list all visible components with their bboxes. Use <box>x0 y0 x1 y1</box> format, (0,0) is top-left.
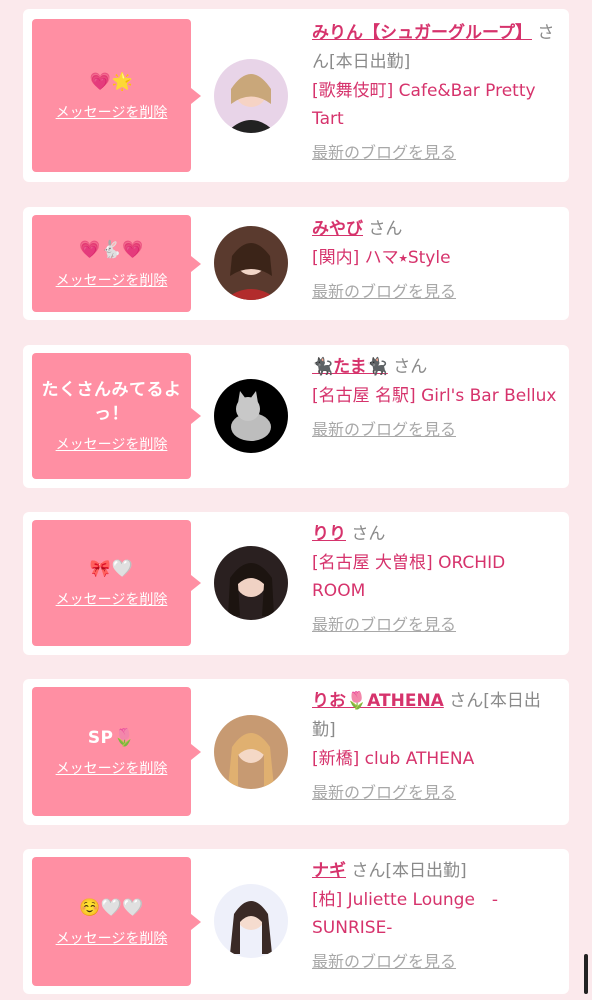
honorific: さん <box>368 219 403 239</box>
honorific: さん <box>351 861 386 881</box>
message-bubble: 🎀🤍 メッセージを削除 <box>32 520 201 646</box>
message-text: 🎀🤍 <box>89 559 134 579</box>
attendance-badge: [本日出勤] <box>329 52 411 72</box>
profile-name-link[interactable]: 🐈‍⬛たま🐈‍⬛ <box>312 357 388 377</box>
delete-message-link[interactable]: メッセージを削除 <box>56 102 168 122</box>
profile-name-link[interactable]: りお🌷ATHENA <box>312 691 444 711</box>
blog-card: ☺️🤍🤍 メッセージを削除 ナギ さん[本日出勤] [柏] Juliette L… <box>23 849 569 994</box>
message-bubble: SP🌷 メッセージを削除 <box>32 687 201 816</box>
message-text: 💗🌟 <box>89 71 134 92</box>
profile-name-link[interactable]: りり <box>312 524 346 544</box>
avatar[interactable] <box>214 884 288 958</box>
avatar[interactable] <box>214 546 288 620</box>
delete-message-link[interactable]: メッセージを削除 <box>56 758 168 778</box>
latest-blog-link[interactable]: 最新のブログを見る <box>312 611 560 635</box>
message-bubble: 💗🐇💗 メッセージを削除 <box>32 215 201 312</box>
latest-blog-link[interactable]: 最新のブログを見る <box>312 278 560 302</box>
delete-message-link[interactable]: メッセージを削除 <box>56 434 168 454</box>
delete-message-link[interactable]: メッセージを削除 <box>56 928 168 948</box>
avatar[interactable] <box>214 59 288 133</box>
delete-message-link[interactable]: メッセージを削除 <box>56 270 168 290</box>
blog-card: 🎀🤍 メッセージを削除 りり さん [名古屋 大曽根] ORCHID ROOM … <box>23 512 569 655</box>
blog-card: SP🌷 メッセージを削除 りお🌷ATHENA さん[本日出勤] [新橋] clu… <box>23 679 569 825</box>
message-bubble: たくさんみてるよっ！ メッセージを削除 <box>32 353 201 479</box>
profile-info: 🐈‍⬛たま🐈‍⬛ さん [名古屋 名駅] Girl's Bar Bellux 最… <box>312 353 560 440</box>
shop-info: [名古屋 名駅] Girl's Bar Bellux <box>312 386 557 406</box>
latest-blog-link[interactable]: 最新のブログを見る <box>312 139 560 163</box>
profile-info: ナギ さん[本日出勤] [柏] Juliette Lounge -SUNRISE… <box>312 857 560 972</box>
shop-info: [柏] Juliette Lounge -SUNRISE- <box>312 890 499 938</box>
honorific: さん <box>449 691 484 711</box>
profile-info: みやび さん [関内] ハマ⭑Style 最新のブログを見る <box>312 215 560 302</box>
blog-card: 💗🌟 メッセージを削除 みりん【シュガーグループ】 さん[本日出勤] [歌舞伎町… <box>23 9 569 182</box>
shop-info: [新橋] club ATHENA <box>312 749 475 769</box>
message-text: ☺️🤍🤍 <box>78 897 144 918</box>
profile-name-link[interactable]: みやび <box>312 219 363 239</box>
blog-card: 💗🐇💗 メッセージを削除 みやび さん [関内] ハマ⭑Style 最新のブログ… <box>23 207 569 320</box>
delete-message-link[interactable]: メッセージを削除 <box>56 589 168 609</box>
latest-blog-link[interactable]: 最新のブログを見る <box>312 948 560 972</box>
shop-info: [歌舞伎町] Cafe&Bar Pretty Tart <box>312 81 536 129</box>
profile-info: りお🌷ATHENA さん[本日出勤] [新橋] club ATHENA 最新のブ… <box>312 687 560 803</box>
avatar[interactable] <box>214 379 288 453</box>
shop-info: [関内] ハマ⭑Style <box>312 248 451 268</box>
shop-info: [名古屋 大曽根] ORCHID ROOM <box>312 553 506 601</box>
honorific: さん <box>351 524 386 544</box>
message-text: SP🌷 <box>87 727 136 748</box>
avatar[interactable] <box>214 226 288 300</box>
scrollbar[interactable] <box>584 954 588 994</box>
message-bubble: 💗🌟 メッセージを削除 <box>32 19 201 172</box>
latest-blog-link[interactable]: 最新のブログを見る <box>312 416 560 440</box>
profile-name-link[interactable]: みりん【シュガーグループ】 <box>312 23 532 43</box>
latest-blog-link[interactable]: 最新のブログを見る <box>312 779 560 803</box>
honorific: さん <box>393 357 428 377</box>
message-bubble: ☺️🤍🤍 メッセージを削除 <box>32 857 201 986</box>
profile-name-link[interactable]: ナギ <box>312 861 346 881</box>
profile-info: りり さん [名古屋 大曽根] ORCHID ROOM 最新のブログを見る <box>312 520 560 635</box>
avatar[interactable] <box>214 715 288 789</box>
attendance-badge: [本日出勤] <box>385 861 467 881</box>
message-text: 💗🐇💗 <box>78 239 144 260</box>
message-text: たくさんみてるよっ！ <box>41 380 182 424</box>
blog-card: たくさんみてるよっ！ メッセージを削除 🐈‍⬛たま🐈‍⬛ さん [名古屋 名駅]… <box>23 345 569 488</box>
profile-info: みりん【シュガーグループ】 さん[本日出勤] [歌舞伎町] Cafe&Bar P… <box>312 19 560 163</box>
